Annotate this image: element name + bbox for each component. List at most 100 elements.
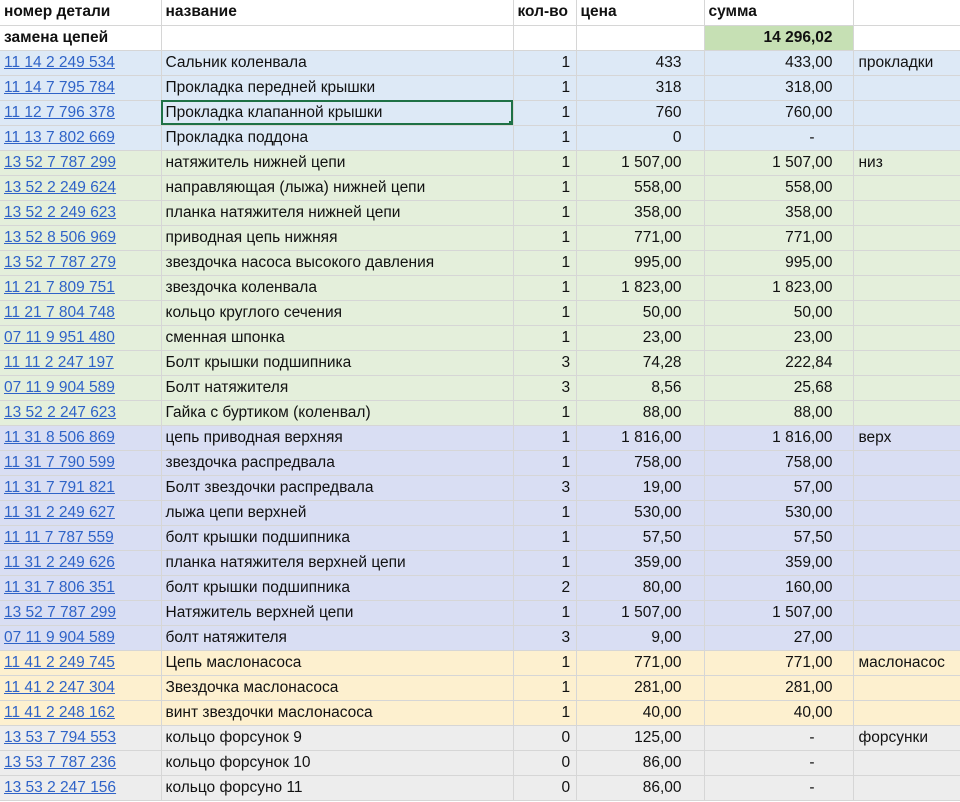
quantity-cell[interactable]: 1	[513, 400, 577, 426]
part-number-link[interactable]: 11 31 2 249 626	[0, 550, 162, 576]
quantity-cell[interactable]: 3	[513, 625, 577, 651]
part-number-link[interactable]: 13 52 2 249 624	[0, 175, 162, 201]
part-number-link[interactable]: 11 14 2 249 534	[0, 50, 162, 76]
part-number-link[interactable]: 13 52 7 787 299	[0, 150, 162, 176]
part-number-link[interactable]: 11 13 7 802 669	[0, 125, 162, 151]
sum-cell[interactable]: 1 507,00	[704, 150, 854, 176]
part-number-link[interactable]: 13 52 8 506 969	[0, 225, 162, 251]
sum-cell[interactable]: -	[704, 750, 854, 776]
price-cell[interactable]: 86,00	[576, 775, 705, 801]
part-name-cell[interactable]: натяжитель нижней цепи	[161, 150, 514, 176]
quantity-cell[interactable]: 1	[513, 100, 577, 126]
price-cell[interactable]: 9,00	[576, 625, 705, 651]
sum-cell[interactable]: 222,84	[704, 350, 854, 376]
part-name-cell[interactable]: Звездочка маслонасоса	[161, 675, 514, 701]
price-cell[interactable]: 1 816,00	[576, 425, 705, 451]
part-name-cell[interactable]: болт натяжителя	[161, 625, 514, 651]
part-name-cell[interactable]: кольцо форсунок 10	[161, 750, 514, 776]
group-label-cell[interactable]	[853, 525, 960, 551]
sum-cell[interactable]: 27,00	[704, 625, 854, 651]
quantity-cell[interactable]: 1	[513, 125, 577, 151]
price-cell[interactable]: 74,28	[576, 350, 705, 376]
price-cell[interactable]: 1 823,00	[576, 275, 705, 301]
group-label-cell[interactable]	[853, 500, 960, 526]
empty-cell[interactable]	[161, 25, 514, 51]
quantity-cell[interactable]: 3	[513, 475, 577, 501]
price-cell[interactable]: 359,00	[576, 550, 705, 576]
quantity-cell[interactable]: 3	[513, 375, 577, 401]
quantity-cell[interactable]: 1	[513, 425, 577, 451]
part-name-cell[interactable]: направляющая (лыжа) нижней цепи	[161, 175, 514, 201]
price-cell[interactable]: 80,00	[576, 575, 705, 601]
sum-cell[interactable]: 771,00	[704, 225, 854, 251]
part-number-link[interactable]: 11 11 7 787 559	[0, 525, 162, 551]
group-label-cell[interactable]	[853, 175, 960, 201]
group-label-cell[interactable]	[853, 300, 960, 326]
group-label-cell[interactable]	[853, 550, 960, 576]
group-label-cell[interactable]	[853, 375, 960, 401]
part-name-cell[interactable]: Гайка с буртиком (коленвал)	[161, 400, 514, 426]
part-number-link[interactable]: 13 53 7 787 236	[0, 750, 162, 776]
sum-cell[interactable]: 1 507,00	[704, 600, 854, 626]
group-label-cell[interactable]	[853, 275, 960, 301]
quantity-cell[interactable]: 1	[513, 75, 577, 101]
part-number-link[interactable]: 11 41 2 249 745	[0, 650, 162, 676]
group-label-cell[interactable]	[853, 625, 960, 651]
sum-cell[interactable]: 1 816,00	[704, 425, 854, 451]
price-cell[interactable]: 50,00	[576, 300, 705, 326]
part-number-link[interactable]: 11 31 7 790 599	[0, 450, 162, 476]
section-label[interactable]: замена цепей	[0, 25, 162, 51]
group-label-cell[interactable]	[853, 450, 960, 476]
part-number-link[interactable]: 13 52 7 787 279	[0, 250, 162, 276]
price-cell[interactable]: 771,00	[576, 650, 705, 676]
group-label-cell[interactable]	[853, 675, 960, 701]
part-name-cell[interactable]: кольцо круглого сечения	[161, 300, 514, 326]
price-cell[interactable]: 1 507,00	[576, 150, 705, 176]
quantity-cell[interactable]: 0	[513, 750, 577, 776]
selected-cell[interactable]: Прокладка клапанной крышки	[161, 100, 514, 126]
quantity-cell[interactable]: 1	[513, 175, 577, 201]
group-label-cell[interactable]	[853, 775, 960, 801]
part-name-cell[interactable]: приводная цепь нижняя	[161, 225, 514, 251]
part-number-link[interactable]: 11 14 7 795 784	[0, 75, 162, 101]
sum-cell[interactable]: -	[704, 775, 854, 801]
part-number-link[interactable]: 11 31 7 806 351	[0, 575, 162, 601]
group-label-cell[interactable]	[853, 475, 960, 501]
quantity-cell[interactable]: 0	[513, 775, 577, 801]
group-label-cell[interactable]	[853, 225, 960, 251]
sum-cell[interactable]: 281,00	[704, 675, 854, 701]
price-cell[interactable]: 358,00	[576, 200, 705, 226]
header-quantity[interactable]: кол-во	[513, 0, 577, 26]
quantity-cell[interactable]: 1	[513, 550, 577, 576]
part-name-cell[interactable]: звездочка распредвала	[161, 450, 514, 476]
price-cell[interactable]: 23,00	[576, 325, 705, 351]
part-name-cell[interactable]: звездочка насоса высокого давления	[161, 250, 514, 276]
group-label-cell[interactable]	[853, 100, 960, 126]
sum-cell[interactable]: 433,00	[704, 50, 854, 76]
quantity-cell[interactable]: 1	[513, 700, 577, 726]
sum-cell[interactable]: 50,00	[704, 300, 854, 326]
part-number-link[interactable]: 11 31 7 791 821	[0, 475, 162, 501]
sum-cell[interactable]: 318,00	[704, 75, 854, 101]
price-cell[interactable]: 8,56	[576, 375, 705, 401]
price-cell[interactable]: 558,00	[576, 175, 705, 201]
sum-cell[interactable]: 160,00	[704, 575, 854, 601]
part-number-link[interactable]: 11 31 2 249 627	[0, 500, 162, 526]
group-label-cell[interactable]: низ	[853, 150, 960, 176]
price-cell[interactable]: 995,00	[576, 250, 705, 276]
sum-cell[interactable]: 760,00	[704, 100, 854, 126]
quantity-cell[interactable]: 1	[513, 300, 577, 326]
quantity-cell[interactable]: 1	[513, 250, 577, 276]
part-name-cell[interactable]: Болт звездочки распредвала	[161, 475, 514, 501]
group-label-cell[interactable]: верх	[853, 425, 960, 451]
sum-cell[interactable]: 57,50	[704, 525, 854, 551]
quantity-cell[interactable]: 1	[513, 225, 577, 251]
price-cell[interactable]: 86,00	[576, 750, 705, 776]
header-sum[interactable]: сумма	[704, 0, 854, 26]
sum-cell[interactable]: 359,00	[704, 550, 854, 576]
group-label-cell[interactable]: маслонасос	[853, 650, 960, 676]
price-cell[interactable]: 57,50	[576, 525, 705, 551]
empty-cell[interactable]	[853, 25, 960, 51]
sum-cell[interactable]: 57,00	[704, 475, 854, 501]
part-name-cell[interactable]: Цепь маслонасоса	[161, 650, 514, 676]
